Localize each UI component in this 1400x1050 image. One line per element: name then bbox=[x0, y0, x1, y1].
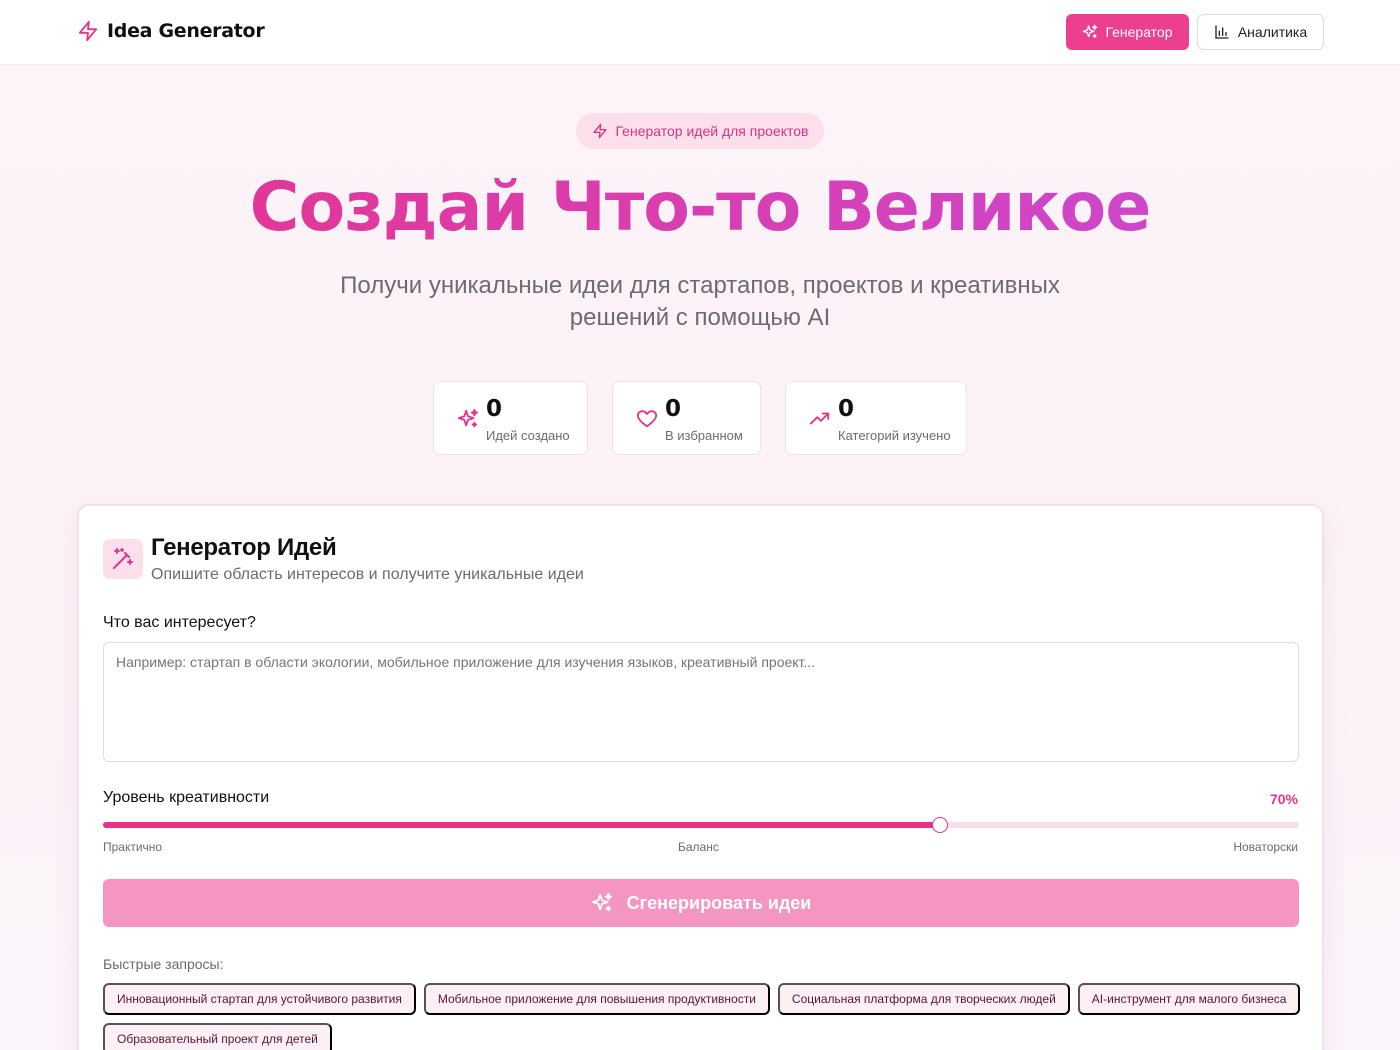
generator-card: Генератор Идей Опишите область интересов… bbox=[77, 504, 1324, 1050]
brand[interactable]: Idea Generator bbox=[77, 19, 265, 43]
interest-input[interactable] bbox=[103, 642, 1299, 762]
stat-ideas-created: 0 Идей создано bbox=[433, 381, 588, 455]
quick-prompts: Инновационный стартап для устойчивого ра… bbox=[103, 983, 1303, 1050]
tick-practical: Практично bbox=[103, 840, 163, 854]
stat-value: 0 bbox=[838, 396, 855, 422]
stat-categories: 0 Категорий изучено bbox=[785, 381, 967, 455]
quick-prompt-chip[interactable]: Социальная платформа для творческих люде… bbox=[777, 983, 1070, 1015]
creativity-slider-thumb[interactable] bbox=[932, 817, 949, 833]
bar-chart-icon bbox=[1215, 25, 1229, 39]
stat-favorites: 0 В избранном bbox=[612, 381, 761, 455]
lightning-icon bbox=[78, 20, 98, 42]
tick-balance: Баланс bbox=[678, 840, 719, 854]
quick-prompts-label: Быстрые запросы: bbox=[103, 956, 224, 972]
creativity-value: 70% bbox=[1269, 791, 1298, 807]
generate-ideas-button[interactable]: Сгенерировать идеи bbox=[103, 879, 1299, 927]
hero-subtitle: Получи уникальные идеи для стартапов, пр… bbox=[340, 272, 1060, 331]
hero-badge-label: Генератор идей для проектов bbox=[615, 123, 809, 139]
magic-wand-icon bbox=[113, 548, 133, 569]
trending-up-icon bbox=[809, 412, 830, 425]
quick-prompt-chip[interactable]: Мобильное приложение для повышения проду… bbox=[423, 983, 770, 1015]
hero-title: Создай Что-то Великое bbox=[0, 168, 1400, 247]
sparkles-icon bbox=[1083, 24, 1098, 38]
stat-value: 0 bbox=[665, 396, 682, 422]
tick-innovative: Новаторски bbox=[1233, 840, 1298, 854]
generate-ideas-label: Сгенерировать идеи bbox=[626, 892, 812, 913]
quick-prompt-chip[interactable]: Образовательный проект для детей bbox=[103, 1023, 332, 1050]
stat-label: Категорий изучено bbox=[838, 428, 951, 443]
nav-analytics-button[interactable]: Аналитика bbox=[1197, 14, 1324, 50]
top-bar: Idea Generator Генератор Аналитика bbox=[0, 0, 1400, 65]
stat-label: Идей создано bbox=[486, 428, 570, 443]
nav-generator-label: Генератор bbox=[1105, 24, 1173, 40]
creativity-slider[interactable] bbox=[103, 817, 1299, 833]
stat-label: В избранном bbox=[665, 428, 743, 443]
nav-generator-button[interactable]: Генератор bbox=[1066, 14, 1189, 50]
quick-prompt-chip[interactable]: Инновационный стартап для устойчивого ра… bbox=[103, 983, 416, 1015]
hero-badge: Генератор идей для проектов bbox=[576, 113, 824, 149]
sparkles-icon bbox=[591, 892, 612, 912]
creativity-label: Уровень креативности bbox=[103, 789, 270, 806]
quick-prompt-chip[interactable]: AI-инструмент для малого бизнеса bbox=[1077, 983, 1301, 1015]
creativity-slider-fill bbox=[103, 822, 941, 828]
app-name: Idea Generator bbox=[107, 20, 265, 42]
heart-icon bbox=[636, 410, 658, 428]
sparkles-icon bbox=[457, 408, 479, 428]
stat-value: 0 bbox=[486, 396, 503, 422]
nav-analytics-label: Аналитика bbox=[1237, 24, 1308, 40]
interest-label: Что вас интересует? bbox=[103, 614, 256, 631]
lightning-icon bbox=[592, 123, 607, 139]
generator-subtitle: Опишите область интересов и получите уни… bbox=[151, 566, 584, 583]
generator-title: Генератор Идей bbox=[151, 534, 337, 561]
card-icon-box bbox=[103, 539, 143, 579]
